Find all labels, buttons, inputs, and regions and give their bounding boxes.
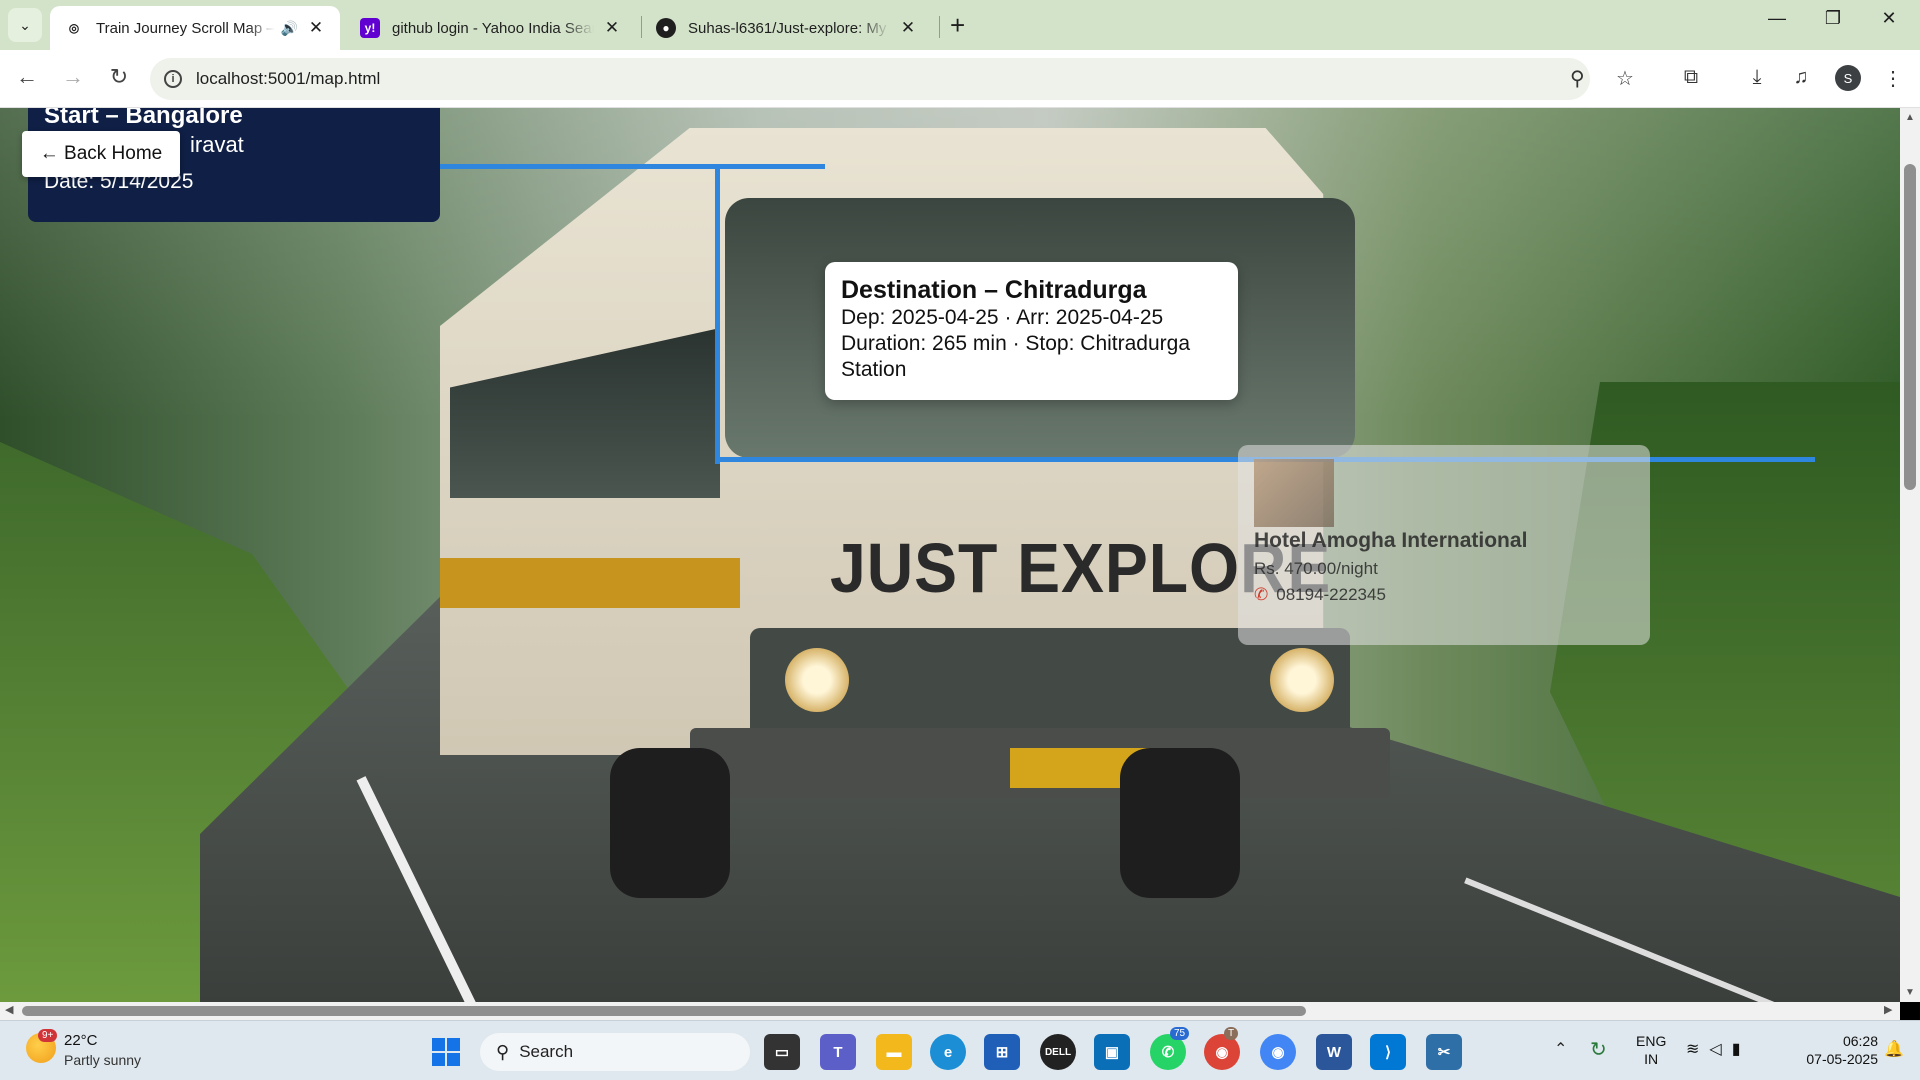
scroll-up-icon[interactable]: ▲: [1905, 112, 1915, 123]
task-view-icon[interactable]: ▭: [764, 1034, 800, 1070]
extensions-icon[interactable]: ⧉: [1676, 66, 1706, 89]
route-line: [715, 164, 720, 464]
address-bar[interactable]: i localhost:5001/map.html ⚲ ☆: [150, 58, 1634, 100]
chrome-profile-badge: T: [1224, 1027, 1239, 1040]
phone-icon: ✆: [1254, 585, 1269, 604]
hotel-phone: ✆ 08194-222345: [1254, 585, 1634, 605]
tab-yahoo[interactable]: y! github login - Yahoo India Sear ✕: [346, 6, 636, 50]
destination-duration: Duration: 265 min · Stop: Chitradurga: [841, 332, 1191, 355]
url-text: localhost:5001/map.html: [196, 69, 381, 88]
headlight: [785, 648, 849, 712]
close-tab-icon[interactable]: ✕: [602, 18, 622, 38]
route-line: [440, 164, 825, 169]
destination-title: Destination – Chitradurga: [841, 276, 1147, 304]
browser-toolbar: ← → ↻ i localhost:5001/map.html ⚲ ☆ ⧉ ⤓ …: [0, 50, 1920, 108]
scroll-thumb[interactable]: [1904, 164, 1916, 490]
search-label: Search: [519, 1042, 574, 1061]
language-indicator[interactable]: ENG IN: [1636, 1032, 1666, 1068]
wifi-icon[interactable]: ≋: [1686, 1041, 1709, 1058]
taskbar: 9+ 22°C Partly sunny ⚲ Search ▭ T ▬ e ⊞ …: [0, 1020, 1920, 1080]
remote-desktop-icon[interactable]: ▣: [1094, 1034, 1130, 1070]
battery-icon[interactable]: ▮: [1732, 1041, 1751, 1058]
profile-avatar[interactable]: S: [1835, 65, 1861, 91]
headlight: [1270, 648, 1334, 712]
scroll-thumb[interactable]: [22, 1006, 1306, 1016]
tab-title: Suhas-l6361/Just-explore: My r: [688, 19, 890, 37]
tab-title: Train Journey Scroll Map – F: [96, 19, 275, 37]
sync-icon[interactable]: ↻: [1590, 1037, 1607, 1062]
tab-map[interactable]: ◎ Train Journey Scroll Map – F 🔊 ✕: [50, 6, 340, 50]
github-icon: ●: [656, 18, 676, 38]
yahoo-icon: y!: [360, 18, 380, 38]
store-icon[interactable]: ⊞: [984, 1034, 1020, 1070]
wheel: [610, 748, 730, 898]
dell-icon[interactable]: DELL: [1040, 1034, 1076, 1070]
hotel-card[interactable]: Hotel Amogha International Rs. 470.00/ni…: [1238, 445, 1650, 645]
destination-station: Station: [841, 358, 907, 381]
restore-icon[interactable]: ❐: [1818, 8, 1848, 29]
edge-icon[interactable]: e: [930, 1034, 966, 1070]
snipping-tool-icon[interactable]: ✂: [1426, 1034, 1462, 1070]
zoom-icon[interactable]: ⚲: [1570, 66, 1585, 91]
forward-arrow-icon[interactable]: →: [58, 64, 88, 90]
site-info-icon[interactable]: i: [164, 70, 182, 88]
notification-bell-icon[interactable]: 🔔: [1884, 1039, 1904, 1059]
whatsapp-badge: 75: [1170, 1027, 1190, 1040]
tab-strip: ⌄ ◎ Train Journey Scroll Map – F 🔊 ✕ y! …: [0, 0, 1920, 50]
bus-stripe: [440, 558, 740, 608]
clock-time: 06:28: [1842, 1033, 1878, 1049]
scroll-left-icon[interactable]: ◀: [5, 1003, 13, 1016]
hotel-phone-number: 08194-222345: [1276, 585, 1386, 604]
horizontal-scrollbar[interactable]: ◀ ▶: [0, 1002, 1900, 1020]
weather-temp[interactable]: 22°C: [64, 1032, 98, 1049]
chrome-profile-icon[interactable]: ◉: [1204, 1034, 1240, 1070]
close-tab-icon[interactable]: ✕: [306, 18, 326, 38]
tab-title: github login - Yahoo India Sear: [392, 19, 594, 37]
back-home-button[interactable]: ← Back Home: [22, 131, 180, 177]
scroll-right-icon[interactable]: ▶: [1884, 1003, 1892, 1016]
system-tray-icons[interactable]: ≋◁▮: [1686, 1039, 1751, 1059]
new-tab-button[interactable]: +: [950, 10, 965, 41]
vscode-icon[interactable]: ⟩: [1370, 1034, 1406, 1070]
download-icon[interactable]: ⤓: [1742, 66, 1772, 89]
search-icon: ⚲: [496, 1041, 510, 1062]
teams-icon[interactable]: T: [820, 1034, 856, 1070]
minimize-icon[interactable]: —: [1762, 8, 1792, 29]
vertical-scrollbar[interactable]: ▲ ▼: [1900, 108, 1920, 1002]
hotel-name: Hotel Amogha International: [1254, 529, 1528, 552]
hotel-price: Rs. 470.00/night: [1254, 559, 1378, 578]
weather-badge: 9+: [38, 1029, 58, 1042]
chevron-up-icon[interactable]: ⌃: [1554, 1039, 1567, 1059]
bookmark-star-icon[interactable]: ☆: [1616, 66, 1634, 91]
media-control-icon[interactable]: ♫: [1786, 66, 1816, 89]
start-title: Start – Bangalore: [44, 108, 243, 129]
file-explorer-icon[interactable]: ▬: [876, 1034, 912, 1070]
chrome-icon[interactable]: ◉: [1260, 1034, 1296, 1070]
weather-desc[interactable]: Partly sunny: [64, 1052, 141, 1068]
hotel-image: [1254, 459, 1334, 527]
clock-date: 07-05-2025: [1806, 1051, 1878, 1067]
tab-github[interactable]: ● Suhas-l6361/Just-explore: My r ✕: [642, 6, 932, 50]
back-arrow-icon[interactable]: ←: [12, 64, 42, 90]
volume-icon[interactable]: ◁: [1709, 1041, 1731, 1058]
speaker-icon[interactable]: 🔊: [281, 20, 298, 37]
windows-start-icon[interactable]: [432, 1038, 460, 1066]
clock[interactable]: 06:28 07-05-2025: [1786, 1032, 1878, 1068]
close-tab-icon[interactable]: ✕: [898, 18, 918, 38]
scroll-down-icon[interactable]: ▼: [1905, 987, 1915, 998]
tab-search-button[interactable]: ⌄: [8, 8, 42, 42]
destination-card: Destination – Chitradurga Dep: 2025-04-2…: [825, 262, 1238, 400]
taskbar-search[interactable]: ⚲ Search: [480, 1033, 750, 1071]
wheel: [1120, 748, 1240, 898]
word-icon[interactable]: W: [1316, 1034, 1352, 1070]
destination-times: Dep: 2025-04-25 · Arr: 2025-04-25: [841, 306, 1164, 329]
close-window-icon[interactable]: ✕: [1874, 8, 1904, 29]
tab-divider: [939, 16, 940, 38]
reload-icon[interactable]: ↻: [104, 64, 134, 90]
lang-code: ENG: [1636, 1033, 1667, 1049]
region-code: IN: [1644, 1051, 1659, 1067]
map-page: JUST EXPLORE Hotel Amogha International …: [0, 108, 1900, 1002]
menu-kebab-icon[interactable]: ⋮: [1878, 66, 1908, 91]
globe-icon: ◎: [68, 21, 80, 35]
